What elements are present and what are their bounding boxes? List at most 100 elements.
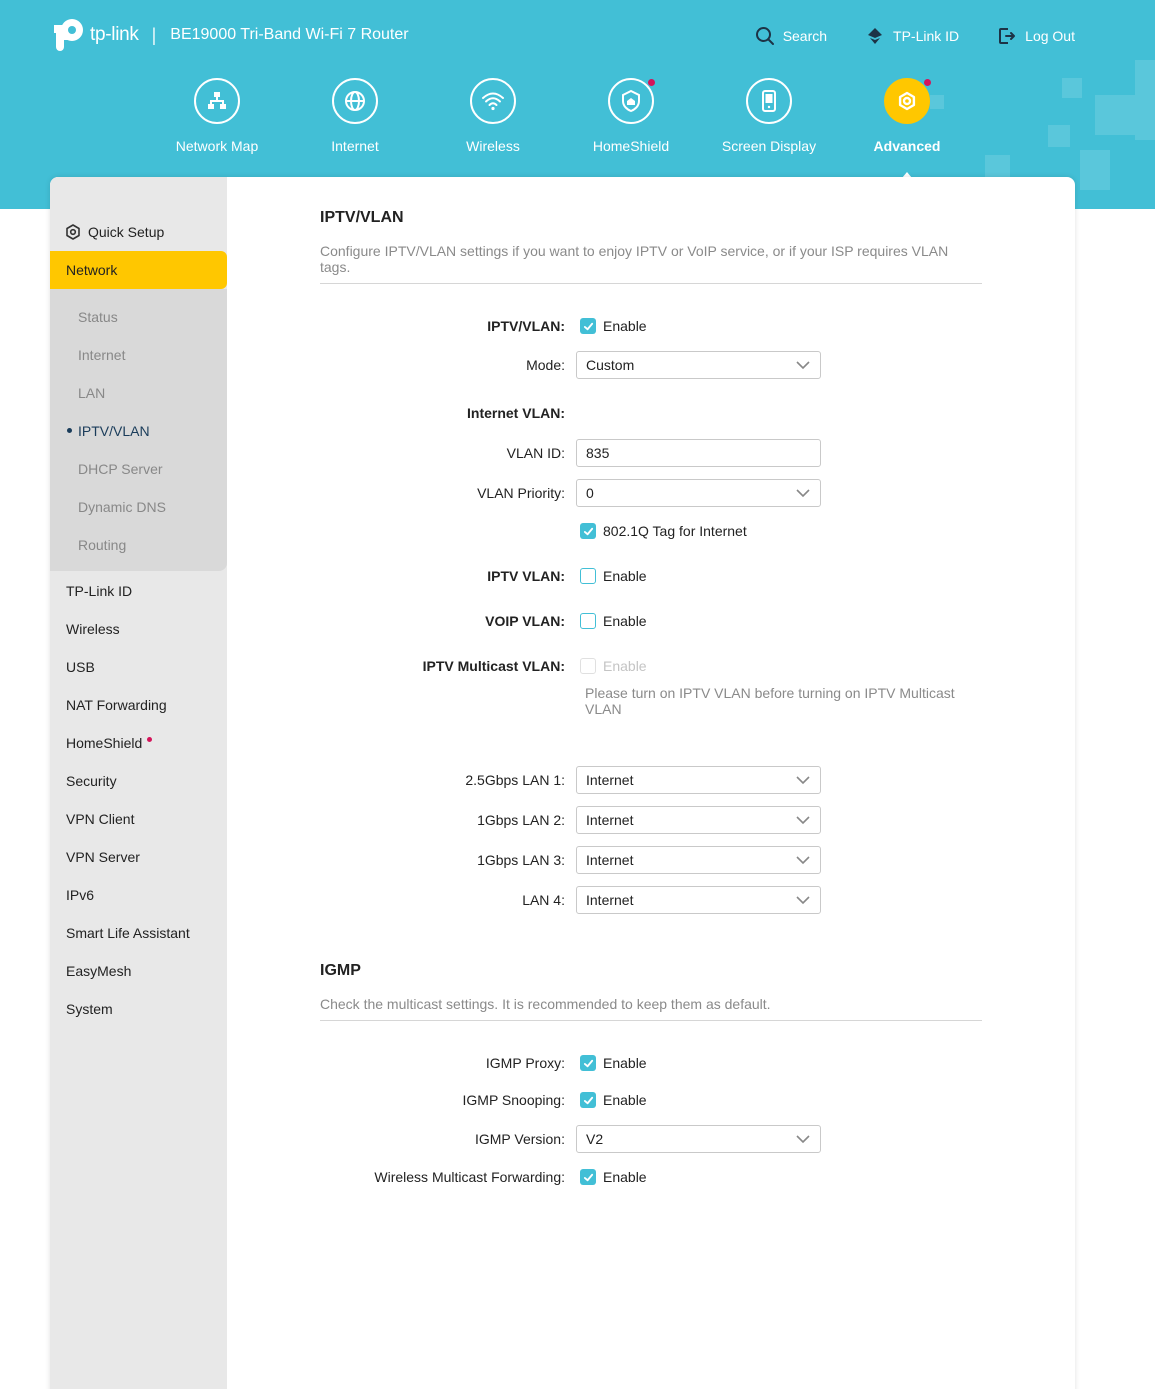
notification-dot	[924, 79, 931, 86]
sidebar-item-wireless[interactable]: Wireless	[66, 621, 120, 637]
sidebar-sub-status[interactable]: Status	[78, 309, 118, 325]
multicast-hint: Please turn on IPTV VLAN before turning …	[585, 685, 955, 717]
globe-icon	[332, 78, 378, 124]
search-label: Search	[782, 28, 828, 44]
nav-screen-display[interactable]: Screen Display	[700, 78, 838, 154]
search-icon	[755, 27, 774, 45]
logout-icon	[999, 28, 1016, 44]
mode-select[interactable]: Custom	[576, 351, 821, 379]
iptv-enable-checkbox[interactable]	[580, 568, 596, 584]
nav-internet[interactable]: Internet	[286, 78, 424, 154]
checkmark-icon	[583, 322, 593, 330]
sidebar-item-ipv6[interactable]: IPv6	[66, 887, 94, 903]
iptv-section-desc: Configure IPTV/VLAN settings if you want…	[320, 243, 949, 275]
sidebar-item-smart-life-assistant[interactable]: Smart Life Assistant	[66, 925, 190, 941]
nav-label: Network Map	[175, 138, 259, 154]
port-value: Internet	[586, 772, 634, 788]
nav-advanced[interactable]: Advanced	[838, 78, 976, 184]
chevron-down-icon	[796, 776, 810, 785]
mode-value: Custom	[586, 357, 635, 373]
port-label-lan3: 1Gbps LAN 3:	[477, 852, 565, 868]
notification-dot	[147, 737, 153, 742]
logout-link[interactable]: Log Out	[997, 26, 1075, 46]
igmp-proxy-checkbox[interactable]	[580, 1055, 596, 1071]
port-select-lan3[interactable]: Internet	[576, 846, 821, 874]
tplink-id-link[interactable]: TP-Link ID	[865, 26, 959, 46]
iptv-label: IPTV VLAN:	[487, 568, 565, 584]
active-bullet	[67, 428, 72, 433]
wireless-multicast-checkbox[interactable]	[580, 1169, 596, 1185]
multicast-enable-checkbox	[580, 658, 596, 674]
sidebar-item-security[interactable]: Security	[66, 773, 117, 789]
port-select-lan4[interactable]: Internet	[576, 886, 821, 914]
sidebar-item-system[interactable]: System	[66, 1001, 113, 1017]
tplink-id-label: TP-Link ID	[893, 28, 960, 44]
decor-square	[1080, 150, 1110, 190]
chevron-down-icon	[796, 856, 810, 865]
quick-setup-icon	[66, 224, 80, 240]
port-select-lan1[interactable]: Internet	[576, 766, 821, 794]
vlan-priority-select[interactable]: 0	[576, 479, 821, 507]
nav-label: HomeShield	[592, 138, 670, 154]
igmp-snooping-checkbox[interactable]	[580, 1092, 596, 1108]
vlan-id-label: VLAN ID:	[506, 445, 565, 461]
igmp-section-desc: Check the multicast settings. It is reco…	[320, 996, 771, 1012]
sidebar-sub-dhcp-server[interactable]: DHCP Server	[78, 461, 163, 477]
igmp-snooping-enable-label: Enable	[603, 1092, 647, 1108]
tplink-logo[interactable]: tp-link | BE19000 Tri-Band Wi-Fi 7 Route…	[50, 17, 409, 53]
nav-label: Advanced	[873, 138, 941, 154]
decor-square	[1062, 78, 1082, 98]
sidebar-item-quick-setup[interactable]: Quick Setup	[64, 223, 164, 241]
search-link[interactable]: Search	[755, 26, 827, 46]
iptv-vlan-label: IPTV/VLAN:	[487, 318, 565, 334]
port-value: Internet	[586, 892, 634, 908]
port-label-lan1: 2.5Gbps LAN 1:	[465, 772, 565, 788]
section-divider	[320, 283, 982, 284]
sidebar-item-easymesh[interactable]: EasyMesh	[66, 963, 131, 979]
sidebar-item-nat-forwarding[interactable]: NAT Forwarding	[66, 697, 167, 713]
checkmark-icon	[583, 527, 593, 535]
iptv-enable-label: Enable	[603, 568, 647, 584]
network-submenu: Status Internet LAN IPTV/VLAN DHCP Serve…	[50, 289, 227, 571]
sidebar-sub-iptv-vlan[interactable]: IPTV/VLAN	[78, 423, 150, 439]
sidebar-item-vpn-server[interactable]: VPN Server	[66, 849, 140, 865]
sidebar-sub-dynamic-dns[interactable]: Dynamic DNS	[78, 499, 166, 515]
sidebar-item-tplink-id[interactable]: TP-Link ID	[66, 583, 132, 599]
sidebar-sub-lan[interactable]: LAN	[78, 385, 105, 401]
sidebar: Quick Setup Network Status Internet LAN …	[50, 177, 227, 1389]
sidebar-item-homeshield[interactable]: HomeShield	[66, 735, 153, 751]
homeshield-icon	[608, 78, 655, 124]
main-card: Quick Setup Network Status Internet LAN …	[50, 177, 1075, 1389]
decor-square	[1095, 95, 1135, 135]
port-select-lan2[interactable]: Internet	[576, 806, 821, 834]
multicast-label: IPTV Multicast VLAN:	[422, 658, 565, 674]
vlan-id-input[interactable]: 835	[576, 439, 821, 467]
port-label-lan4: LAN 4:	[522, 892, 565, 908]
sidebar-item-network[interactable]: Network	[50, 251, 227, 289]
checkmark-icon	[583, 1059, 593, 1067]
voip-enable-label: Enable	[603, 613, 647, 629]
tag-internet-label: 802.1Q Tag for Internet	[603, 523, 747, 539]
sidebar-sub-routing[interactable]: Routing	[78, 537, 126, 553]
igmp-proxy-label: IGMP Proxy:	[485, 1055, 565, 1071]
tag-internet-checkbox[interactable]	[580, 523, 596, 539]
voip-enable-checkbox[interactable]	[580, 613, 596, 629]
chevron-down-icon	[796, 361, 810, 370]
main-nav: Network Map Internet Wireless HomeShield	[148, 78, 976, 184]
iptv-vlan-checkbox[interactable]	[580, 318, 596, 334]
top-links: Search TP-Link ID Log Out	[755, 26, 1075, 46]
logo-separator: |	[151, 24, 157, 45]
sidebar-item-vpn-client[interactable]: VPN Client	[66, 811, 134, 827]
nav-label: Wireless	[466, 138, 520, 154]
nav-wireless[interactable]: Wireless	[424, 78, 562, 154]
nav-network-map[interactable]: Network Map	[148, 78, 286, 154]
igmp-version-select[interactable]: V2	[576, 1125, 821, 1153]
checkmark-icon	[583, 1096, 593, 1104]
multicast-enable-label: Enable	[603, 658, 647, 674]
igmp-proxy-enable-label: Enable	[603, 1055, 647, 1071]
voip-label: VOIP VLAN:	[485, 613, 565, 629]
gear-icon	[884, 78, 931, 124]
nav-homeshield[interactable]: HomeShield	[562, 78, 700, 154]
sidebar-item-usb[interactable]: USB	[66, 659, 95, 675]
sidebar-sub-internet[interactable]: Internet	[78, 347, 125, 363]
